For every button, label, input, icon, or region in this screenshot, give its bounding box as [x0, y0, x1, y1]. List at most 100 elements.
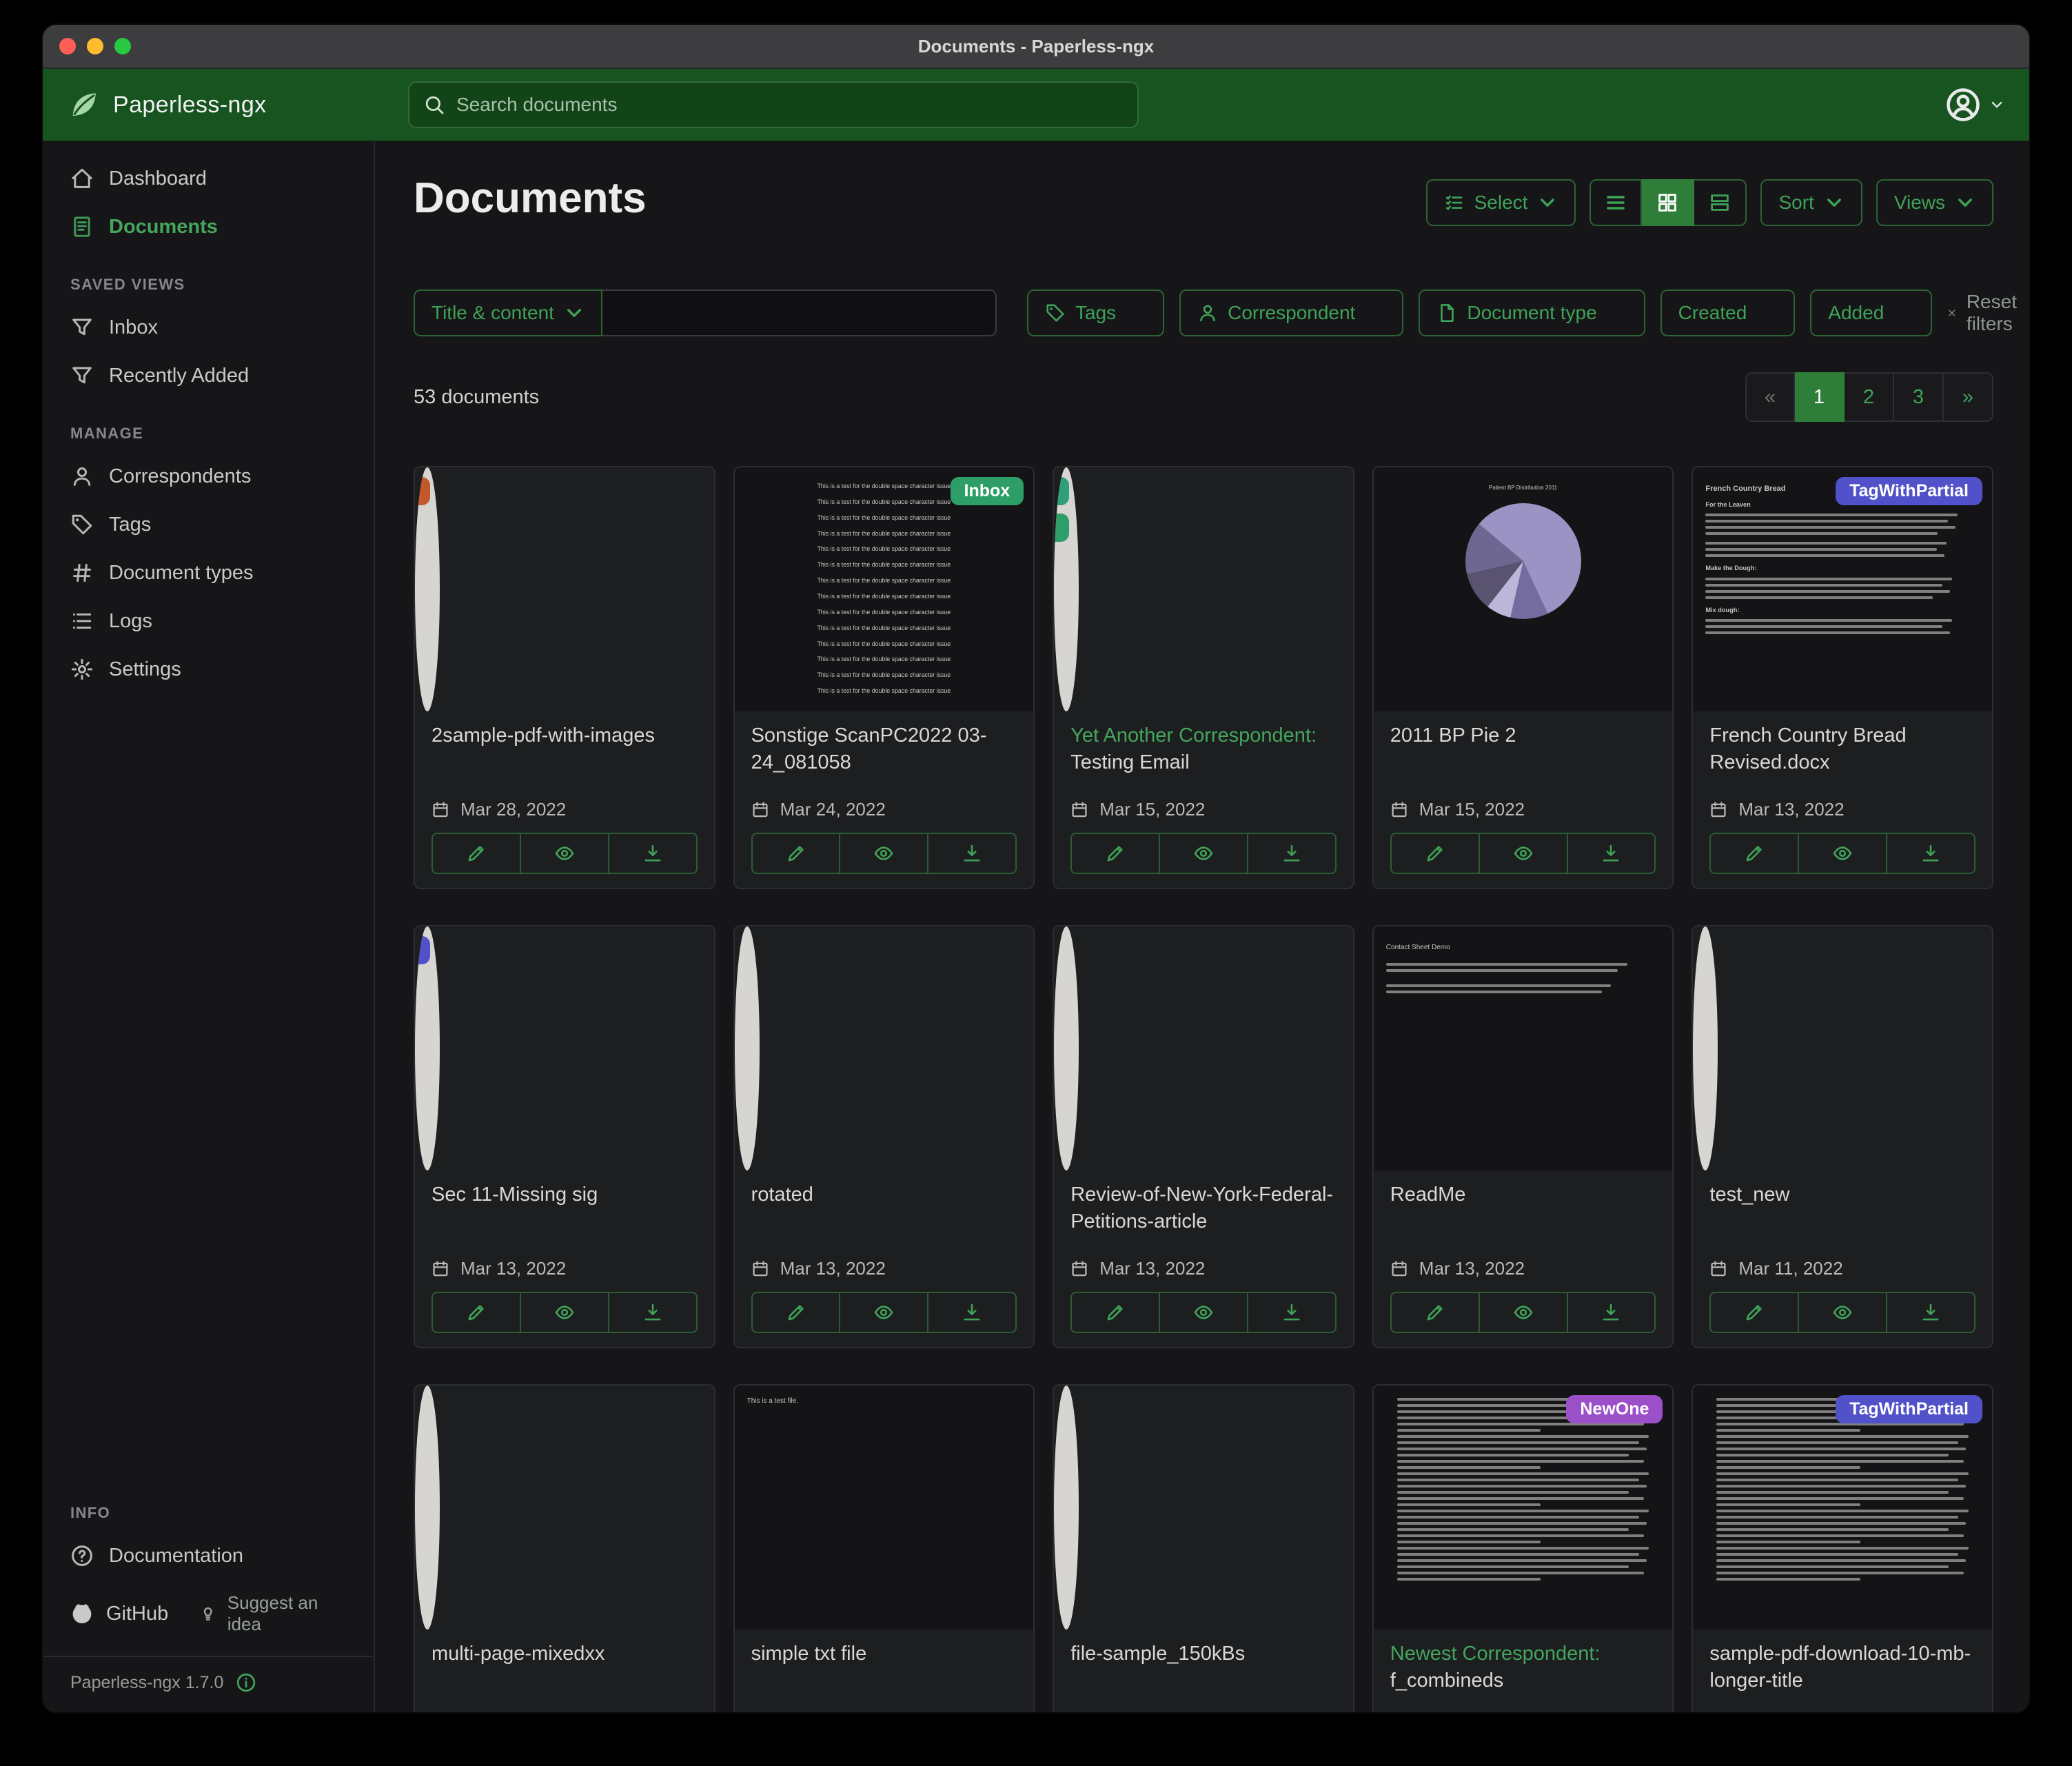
download-button[interactable]: [609, 833, 698, 874]
sidebar-item-document-types[interactable]: Document types: [43, 549, 374, 597]
edit-button[interactable]: [1070, 1292, 1160, 1333]
edit-button[interactable]: [1390, 1292, 1480, 1333]
sidebar-item-dashboard[interactable]: Dashboard: [43, 154, 374, 203]
filter-text-input[interactable]: [602, 290, 997, 336]
user-menu-button[interactable]: [1945, 87, 2004, 123]
grid-view-button[interactable]: [1642, 179, 1694, 226]
list-view-button[interactable]: [1589, 179, 1642, 226]
document-title[interactable]: Newest Correspondent: f_combineds: [1390, 1641, 1656, 1698]
sidebar-item-recently-added[interactable]: Recently Added: [43, 352, 374, 400]
close-button[interactable]: [59, 38, 76, 54]
filter-added-button[interactable]: Added: [1810, 290, 1932, 336]
filter-tags-button[interactable]: Tags: [1027, 290, 1164, 336]
document-thumbnail[interactable]: NewOne: [1374, 1386, 1673, 1630]
document-thumbnail[interactable]: [735, 926, 760, 1170]
minimize-button[interactable]: [87, 38, 103, 54]
document-thumbnail[interactable]: Another Sample Tag: [415, 467, 440, 711]
tag-badge[interactable]: TagWithPartial: [415, 936, 430, 964]
document-thumbnail[interactable]: TagWithPartial: [1693, 1386, 1992, 1630]
download-button[interactable]: [1248, 833, 1337, 874]
pagination-prev-button[interactable]: «: [1745, 372, 1795, 422]
edit-button[interactable]: [1709, 833, 1799, 874]
document-thumbnail[interactable]: Adobe Acrobat PDF Files: [1693, 926, 1718, 1170]
document-title[interactable]: ReadMe: [1390, 1181, 1656, 1239]
download-button[interactable]: [1568, 833, 1656, 874]
zoom-button[interactable]: [114, 38, 131, 54]
document-thumbnail[interactable]: Contact Sheet Demo: [1374, 926, 1673, 1170]
view-button[interactable]: [521, 1292, 609, 1333]
tag-badge[interactable]: Inbox: [951, 477, 1024, 505]
view-button[interactable]: [1480, 1292, 1568, 1333]
filter-field-selector-button[interactable]: Title & content: [414, 290, 602, 336]
document-thumbnail[interactable]: Partial TagInboxRelease NotesSimba ODBC …: [1054, 467, 1079, 711]
document-title[interactable]: 2sample-pdf-with-images: [431, 722, 698, 780]
edit-button[interactable]: [1709, 1292, 1799, 1333]
view-button[interactable]: [1799, 833, 1887, 874]
document-title[interactable]: Sec 11-Missing sig: [431, 1181, 698, 1239]
filter-correspondent-button[interactable]: Correspondent: [1179, 290, 1403, 336]
sidebar-item-settings[interactable]: Settings: [43, 645, 374, 693]
document-thumbnail[interactable]: InboxThis is a test for the double space…: [735, 467, 1034, 711]
sidebar-item-logs[interactable]: Logs: [43, 597, 374, 645]
download-button[interactable]: [1248, 1292, 1337, 1333]
edit-button[interactable]: [1070, 833, 1160, 874]
search-input[interactable]: [456, 94, 1124, 116]
github-link[interactable]: GitHub: [70, 1602, 168, 1625]
download-button[interactable]: [609, 1292, 698, 1333]
view-button[interactable]: [1480, 833, 1568, 874]
download-button[interactable]: [928, 1292, 1017, 1333]
tag-badge[interactable]: Inbox: [1054, 514, 1069, 542]
document-thumbnail[interactable]: Lorem ipsumLorem ipsum dolor sit amet, c…: [1054, 1386, 1079, 1630]
edit-button[interactable]: [751, 1292, 841, 1333]
tag-badge[interactable]: Another Sample Tag: [415, 477, 430, 505]
document-title[interactable]: Sonstige ScanPC2022 03-24_081058: [751, 722, 1017, 780]
document-thumbnail[interactable]: This is a multi page document. Page 1.: [415, 1386, 440, 1630]
download-button[interactable]: [1887, 1292, 1975, 1333]
pagination-page-button[interactable]: 2: [1845, 372, 1894, 422]
pagination-page-button[interactable]: 3: [1894, 372, 1944, 422]
document-thumbnail[interactable]: Review of New York Federal Petitions for…: [1054, 926, 1079, 1170]
tag-badge[interactable]: Partial Tag: [1054, 477, 1069, 505]
filter-document-type-button[interactable]: Document type: [1419, 290, 1645, 336]
document-title[interactable]: file-sample_150kBs: [1070, 1641, 1337, 1698]
sort-button[interactable]: Sort: [1760, 179, 1862, 226]
download-button[interactable]: [1887, 833, 1975, 874]
document-title[interactable]: Yet Another Correspondent: Testing Email: [1070, 722, 1337, 780]
pagination-page-button[interactable]: 1: [1795, 372, 1845, 422]
document-title[interactable]: rotated: [751, 1181, 1017, 1239]
filter-created-button[interactable]: Created: [1660, 290, 1796, 336]
document-thumbnail[interactable]: TagWithPartialFrench Country BreadFor th…: [1693, 467, 1992, 711]
download-button[interactable]: [928, 833, 1017, 874]
select-button[interactable]: Select: [1426, 179, 1576, 226]
document-thumbnail[interactable]: This is a test file.: [735, 1386, 1034, 1630]
views-button[interactable]: Views: [1876, 179, 1993, 226]
tag-badge[interactable]: TagWithPartial: [1836, 477, 1982, 505]
document-title[interactable]: simple txt file: [751, 1641, 1017, 1698]
document-thumbnail[interactable]: Patient BP Distribution 2011: [1374, 467, 1673, 711]
document-title[interactable]: test_new: [1709, 1181, 1975, 1239]
edit-button[interactable]: [751, 833, 841, 874]
document-title[interactable]: Review-of-New-York-Federal-Petitions-art…: [1070, 1181, 1337, 1239]
pagination-next-button[interactable]: »: [1944, 372, 1993, 422]
tag-badge[interactable]: TagWithPartial: [1836, 1395, 1982, 1423]
sidebar-item-documentation[interactable]: Documentation: [43, 1532, 374, 1580]
sidebar-item-documents[interactable]: Documents: [43, 203, 374, 251]
sidebar-item-tags[interactable]: Tags: [43, 500, 374, 549]
document-title[interactable]: 2011 BP Pie 2: [1390, 722, 1656, 780]
document-thumbnail[interactable]: TagWithPartial1.1. CONTINUING MEDICAL ED…: [415, 926, 440, 1170]
reset-filters-button[interactable]: Reset filters: [1947, 291, 2024, 335]
tag-badge[interactable]: NewOne: [1566, 1395, 1663, 1423]
edit-button[interactable]: [1390, 833, 1480, 874]
detail-view-button[interactable]: [1694, 179, 1747, 226]
view-button[interactable]: [840, 1292, 928, 1333]
view-button[interactable]: [521, 833, 609, 874]
download-button[interactable]: [1568, 1292, 1656, 1333]
document-title[interactable]: sample-pdf-download-10-mb-longer-title: [1709, 1641, 1975, 1698]
view-button[interactable]: [1160, 1292, 1248, 1333]
view-button[interactable]: [1160, 833, 1248, 874]
edit-button[interactable]: [431, 1292, 521, 1333]
view-button[interactable]: [1799, 1292, 1887, 1333]
document-title[interactable]: French Country Bread Revised.docx: [1709, 722, 1975, 780]
sidebar-item-inbox[interactable]: Inbox: [43, 303, 374, 352]
info-icon[interactable]: [236, 1672, 256, 1693]
